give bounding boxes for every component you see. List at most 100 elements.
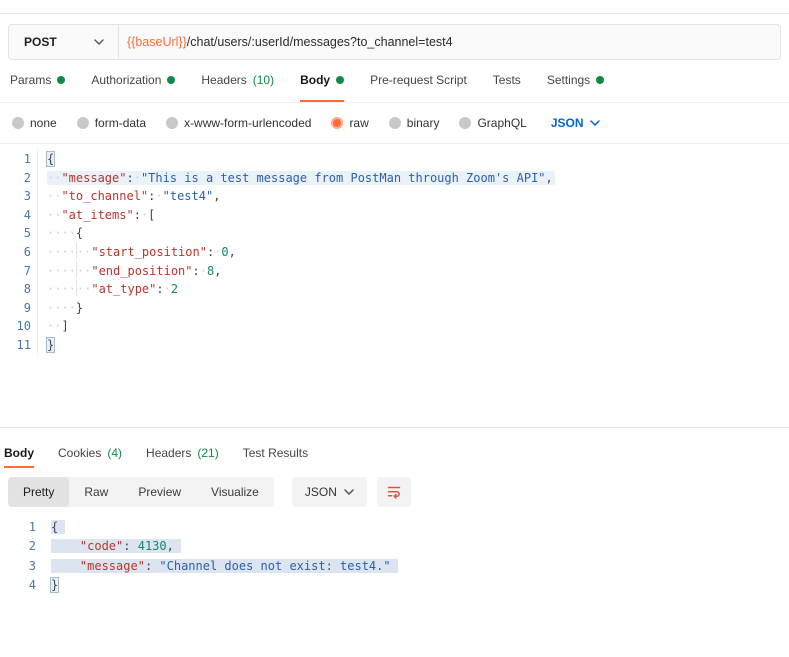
wrap-text-button[interactable]: [376, 477, 411, 507]
body-type-none[interactable]: none: [12, 116, 57, 130]
tab-label: Authorization: [91, 73, 162, 87]
request-tabs: Params Authorization Headers (10) Body Pre-re…: [0, 60, 789, 103]
top-divider: [0, 0, 789, 14]
response-tab-cookies[interactable]: Cookies (4): [58, 440, 122, 468]
body-type-graphql[interactable]: GraphQL: [459, 116, 527, 130]
body-type-form-data[interactable]: form-data: [76, 116, 147, 130]
code-line: 5 ····{: [0, 224, 789, 243]
url-base-variable: {{baseUrl}}: [127, 35, 187, 49]
body-type-raw[interactable]: raw: [331, 116, 369, 130]
chevron-down-icon: [94, 39, 104, 45]
line-content: ··"to_channel":·"test4",: [47, 189, 221, 204]
code-line: 1{: [4, 518, 789, 537]
code-line: 1{: [0, 150, 789, 169]
code-line: 10 ··]: [0, 317, 789, 336]
line-content: ··]: [47, 319, 69, 334]
response-view-bar: Pretty Raw Preview Visualize JSON: [4, 477, 789, 507]
line-number: 5: [0, 224, 38, 243]
body-type-label: form-data: [94, 116, 147, 130]
body-type-label: raw: [349, 116, 369, 130]
tab-label: Pre-request Script: [370, 73, 467, 87]
response-tab-headers[interactable]: Headers (21): [146, 440, 219, 468]
selection-highlight: "code": 4130,: [51, 539, 181, 554]
response-tab-label: Headers: [146, 446, 192, 460]
code-line: 8 ······"at_type":·2: [0, 280, 789, 299]
response-section: Body Cookies (4) Headers (21) Test Results Pr…: [0, 440, 789, 596]
line-number: 3: [28, 558, 36, 573]
request-url-bar: POST {{baseUrl}}/chat/users/:userId/mess…: [8, 24, 781, 60]
response-tab-test-results[interactable]: Test Results: [243, 440, 308, 468]
line-content: ······"end_position":·8,: [47, 261, 222, 278]
line-content: ··"at_items":·[: [47, 207, 156, 222]
line-content: ······"start_position":·0,: [47, 242, 236, 259]
tab-count: (10): [252, 73, 275, 87]
code-line: 2 "code": 4130,: [4, 537, 789, 556]
tab-params[interactable]: Params: [10, 60, 66, 102]
line-content: }: [49, 577, 60, 594]
selection-highlight: {: [51, 520, 66, 534]
response-tab-body[interactable]: Body: [4, 440, 34, 468]
tab-count: (21): [197, 446, 219, 460]
response-tab-label: Test Results: [242, 446, 309, 460]
raw-language-label: JSON: [550, 116, 584, 130]
tab-label: Body: [300, 73, 331, 87]
selection-highlight: ··"message":·"This is a test message fro…: [47, 170, 555, 185]
tab-headers[interactable]: Headers (10): [201, 60, 274, 102]
line-number: 11: [0, 335, 38, 355]
tab-label: Tests: [492, 73, 521, 87]
line-number: 1: [0, 150, 38, 169]
tab-tests[interactable]: Tests: [493, 60, 521, 102]
chevron-down-icon: [589, 120, 600, 126]
response-language-label: JSON: [304, 485, 337, 499]
line-number: 7: [0, 261, 38, 281]
line-number: 8: [0, 280, 38, 299]
code-line: 3 ··"to_channel":·"test4",: [0, 187, 789, 206]
url-input[interactable]: {{baseUrl}}/chat/users/:userId/messages?…: [119, 25, 780, 59]
tab-pre-request-script[interactable]: Pre-request Script: [370, 60, 467, 102]
url-path: /chat/users/:userId/messages?to_channel=…: [186, 35, 453, 49]
response-language-selector[interactable]: JSON: [291, 477, 367, 507]
response-view-switcher: Pretty Raw Preview Visualize: [8, 477, 274, 507]
line-number: 1: [28, 520, 36, 534]
view-button-visualize[interactable]: Visualize: [196, 477, 274, 507]
body-type-bar: none form-data x-www-form-urlencoded raw bin…: [0, 103, 789, 144]
radio-icon: [459, 117, 472, 129]
chevron-down-icon: [344, 489, 354, 495]
method-label: POST: [24, 35, 57, 49]
line-number: 10: [0, 317, 38, 336]
view-button-raw[interactable]: Raw: [69, 477, 123, 507]
line-content: "code": 4130,: [42, 537, 181, 556]
wrap-text-icon: [386, 484, 402, 500]
body-type-label: x-www-form-urlencoded: [184, 116, 312, 130]
request-body-editor[interactable]: 1{2 ··"message":·"This is a test message …: [0, 144, 789, 428]
response-body-editor[interactable]: 1{2 "code": 4130, 3 "message": "Channel d…: [4, 518, 789, 596]
tab-authorization[interactable]: Authorization: [91, 60, 176, 102]
view-button-preview[interactable]: Preview: [123, 477, 196, 507]
line-content: ··"message":·"This is a test message fro…: [38, 169, 555, 188]
line-number: 6: [0, 242, 38, 262]
method-selector[interactable]: POST: [9, 25, 118, 59]
line-number: 3: [0, 187, 38, 206]
line-content: {: [42, 518, 66, 537]
view-button-pretty[interactable]: Pretty: [8, 477, 70, 507]
line-number: 2: [28, 539, 36, 554]
radio-icon: [166, 117, 179, 129]
code-line: 2 ··"message":·"This is a test message fr…: [0, 168, 789, 188]
body-type-label: binary: [406, 116, 440, 130]
code-line: 9 ····}: [0, 298, 789, 318]
body-type-options: none form-data x-www-form-urlencoded raw bin…: [12, 116, 527, 130]
line-content: {: [45, 151, 56, 167]
line-number: 4: [0, 205, 38, 225]
line-number: 9: [0, 298, 38, 318]
tab-label: Settings: [546, 73, 591, 87]
line-number: 4: [28, 578, 36, 593]
tab-settings[interactable]: Settings: [546, 60, 605, 102]
line-number: 2: [0, 168, 38, 188]
status-dot: [57, 76, 66, 84]
body-type-binary[interactable]: binary: [388, 116, 440, 130]
code-line: 3 "message": "Channel does not exist: te…: [4, 557, 789, 576]
body-type-x-www-form-urlencoded[interactable]: x-www-form-urlencoded: [166, 116, 311, 130]
tab-body[interactable]: Body: [300, 60, 345, 102]
raw-language-selector[interactable]: JSON: [551, 116, 600, 130]
code-line: 11}: [0, 335, 789, 355]
